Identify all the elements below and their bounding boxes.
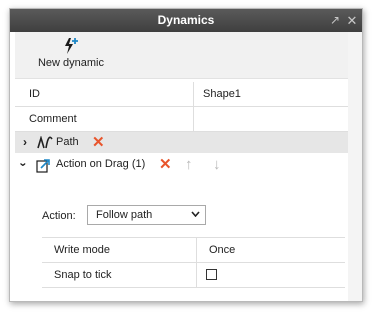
drag-arrow-icon (36, 158, 51, 173)
action-select[interactable]: Follow path (87, 205, 206, 225)
toolbar: New dynamic (15, 32, 348, 79)
title-bar[interactable]: Dynamics ↗ ✕ (10, 9, 362, 32)
write-mode-value[interactable]: Once (209, 238, 235, 262)
panel-content: New dynamic ID Shape1 Comment › Path ✕ ›… (15, 32, 349, 301)
path-label: Path (56, 136, 79, 148)
action-on-drag-row[interactable]: › Action on Drag (1) ✕ ↑ ↓ (15, 153, 348, 177)
path-dynamic-row[interactable]: › Path ✕ (15, 132, 348, 153)
delete-action-icon[interactable]: ✕ (159, 154, 172, 175)
column-divider (193, 107, 194, 131)
new-dynamic-label: New dynamic (37, 57, 105, 69)
action-label: Action: (42, 210, 76, 222)
action-on-drag-label: Action on Drag (1) (56, 158, 146, 170)
setting-row-write-mode: Write mode Once (42, 238, 345, 263)
property-key: ID (29, 88, 40, 100)
chevron-down-icon[interactable]: › (13, 163, 34, 167)
delete-path-icon[interactable]: ✕ (92, 132, 105, 153)
lightning-plus-icon (33, 37, 109, 55)
property-row-id: ID Shape1 (15, 82, 348, 107)
action-select-value: Follow path (96, 209, 153, 221)
pin-icon[interactable]: ↗ (328, 9, 342, 32)
move-down-icon[interactable]: ↓ (213, 154, 221, 175)
chevron-down-icon (191, 206, 200, 224)
panel-title: Dynamics (157, 13, 215, 27)
property-value[interactable]: Shape1 (203, 82, 241, 106)
setting-row-snap-to-tick: Snap to tick (42, 263, 345, 288)
new-dynamic-button[interactable]: New dynamic (33, 37, 109, 73)
action-properties-grid: Write mode Once Snap to tick (42, 237, 345, 288)
close-icon[interactable]: ✕ (345, 9, 359, 32)
vertical-scrollbar[interactable] (348, 32, 362, 301)
property-key: Comment (29, 113, 77, 125)
chevron-right-icon[interactable]: › (23, 132, 27, 153)
move-up-icon[interactable]: ↑ (185, 154, 193, 175)
action-settings: Action: Follow path Write mode Once Snap… (15, 177, 348, 301)
setting-key: Snap to tick (54, 269, 112, 281)
column-divider (196, 238, 197, 262)
property-row-comment: Comment (15, 107, 348, 132)
setting-key: Write mode (54, 244, 111, 256)
column-divider (193, 82, 194, 106)
path-wave-icon (37, 135, 53, 150)
column-divider (196, 263, 197, 287)
snap-to-tick-checkbox[interactable] (206, 269, 217, 280)
dynamics-panel: Dynamics ↗ ✕ New dynamic ID Shape1 Comme… (9, 8, 363, 302)
